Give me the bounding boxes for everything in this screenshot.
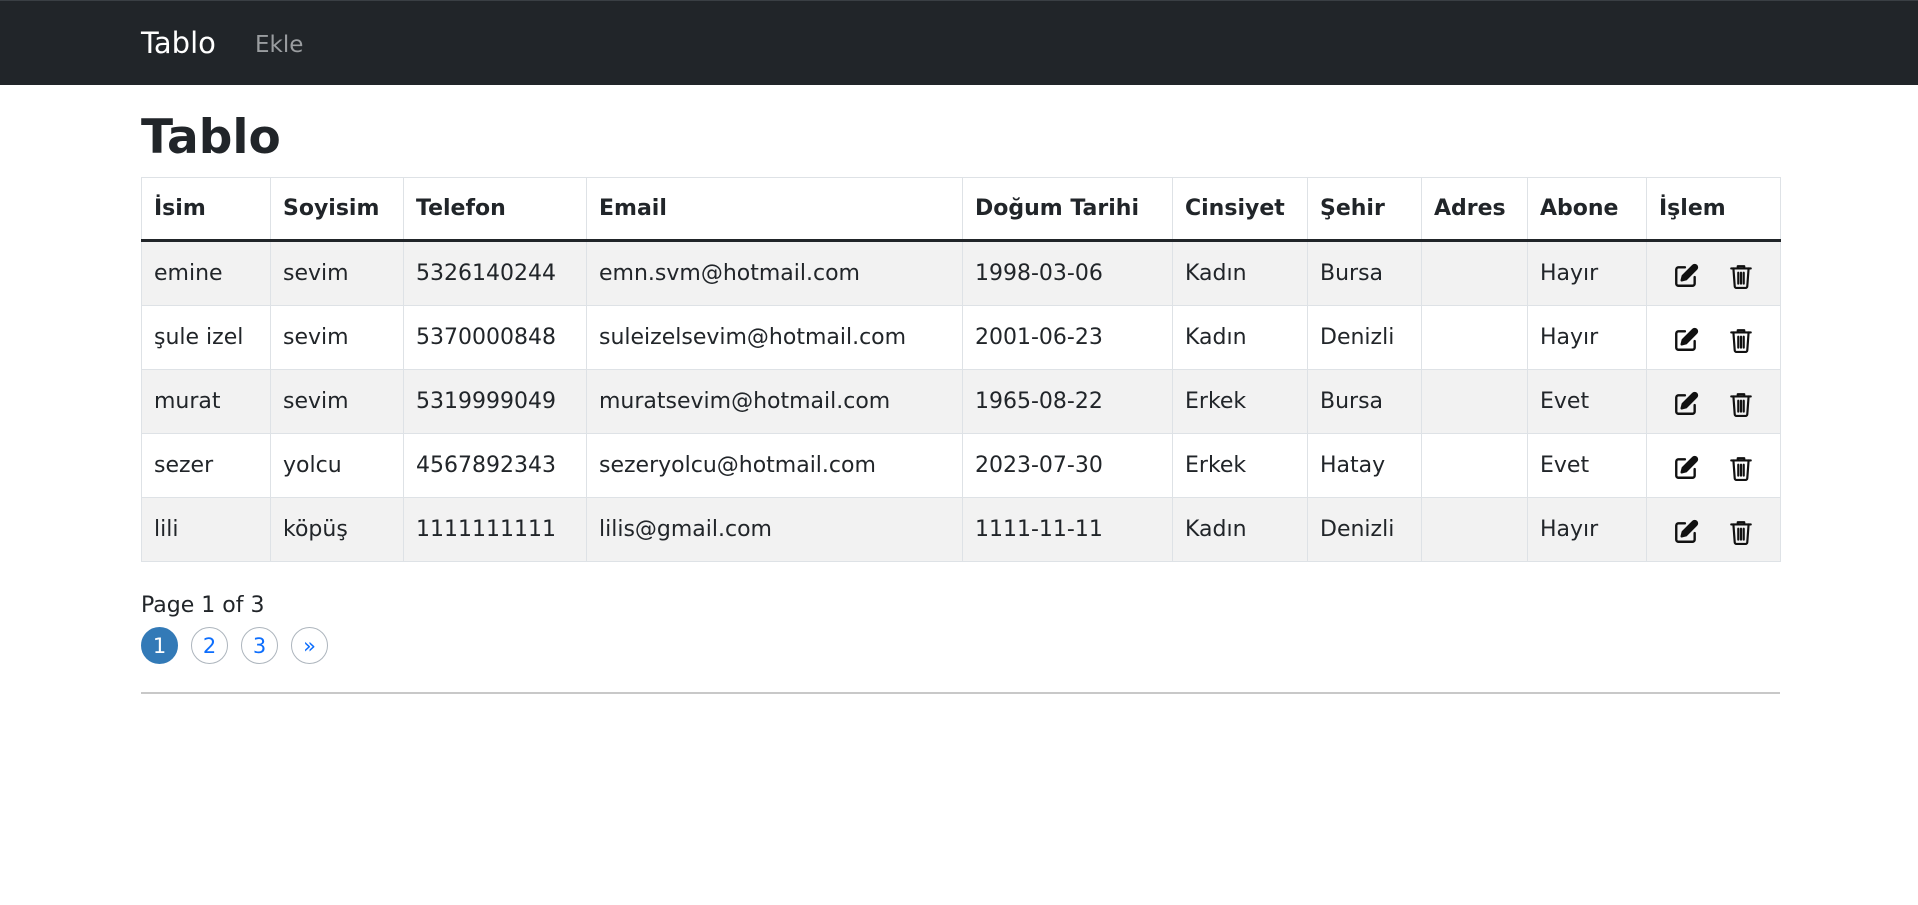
table-row: sezer yolcu 4567892343 sezeryolcu@hotmail.c…	[141, 433, 1781, 498]
cell-dogum-tarihi: 2001-06-23	[962, 305, 1173, 370]
cell-sehir: Denizli	[1307, 497, 1422, 562]
cell-adres	[1421, 240, 1528, 306]
divider	[141, 692, 1780, 694]
data-table: İsim Soyisim Telefon Email Doğum Tarihi …	[141, 177, 1781, 562]
trash-icon[interactable]	[1725, 452, 1757, 484]
cell-email: sezeryolcu@hotmail.com	[586, 433, 963, 498]
cell-isim: emine	[141, 240, 271, 306]
trash-icon[interactable]	[1725, 324, 1757, 356]
pagination-page-2[interactable]: 2	[191, 627, 228, 664]
pagination-page-1[interactable]: 1	[141, 627, 178, 664]
cell-islem	[1646, 369, 1781, 434]
cell-isim: murat	[141, 369, 271, 434]
row-actions	[1659, 435, 1768, 497]
trash-icon[interactable]	[1725, 516, 1757, 548]
column-header-isim: İsim	[141, 177, 271, 242]
table-row: şule izel sevim 5370000848 suleizelsevim@ho…	[141, 305, 1781, 370]
cell-soyisim: sevim	[270, 240, 404, 306]
cell-abone: Hayır	[1527, 240, 1647, 306]
cell-email: lilis@gmail.com	[586, 497, 963, 562]
column-header-telefon: Telefon	[403, 177, 587, 242]
cell-isim: lili	[141, 497, 271, 562]
cell-telefon: 5370000848	[403, 305, 587, 370]
cell-cinsiyet: Kadın	[1172, 240, 1308, 306]
cell-dogum-tarihi: 1111-11-11	[962, 497, 1173, 562]
cell-sehir: Bursa	[1307, 240, 1422, 306]
row-actions	[1659, 242, 1768, 305]
page-title: Tablo	[141, 110, 281, 165]
table-row: lili köpüş 1111111111 lilis@gmail.com 1111-1…	[141, 497, 1781, 562]
edit-icon[interactable]	[1670, 260, 1702, 292]
cell-islem	[1646, 305, 1781, 370]
cell-islem	[1646, 240, 1781, 306]
cell-email: suleizelsevim@hotmail.com	[586, 305, 963, 370]
cell-email: emn.svm@hotmail.com	[586, 240, 963, 306]
column-header-soyisim: Soyisim	[270, 177, 404, 242]
cell-soyisim: sevim	[270, 305, 404, 370]
cell-sehir: Denizli	[1307, 305, 1422, 370]
cell-cinsiyet: Kadın	[1172, 305, 1308, 370]
row-actions	[1659, 371, 1768, 433]
edit-icon[interactable]	[1670, 388, 1702, 420]
cell-dogum-tarihi: 2023-07-30	[962, 433, 1173, 498]
column-header-email: Email	[586, 177, 963, 242]
cell-islem	[1646, 497, 1781, 562]
cell-islem	[1646, 433, 1781, 498]
table-row: murat sevim 5319999049 muratsevim@hotmail.c…	[141, 369, 1781, 434]
cell-adres	[1421, 369, 1528, 434]
cell-dogum-tarihi: 1965-08-22	[962, 369, 1173, 434]
cell-sehir: Bursa	[1307, 369, 1422, 434]
table-row: emine sevim 5326140244 emn.svm@hotmail.com 1…	[141, 240, 1781, 306]
cell-adres	[1421, 305, 1528, 370]
edit-icon[interactable]	[1670, 324, 1702, 356]
cell-telefon: 5326140244	[403, 240, 587, 306]
cell-isim: şule izel	[141, 305, 271, 370]
trash-icon[interactable]	[1725, 260, 1757, 292]
cell-telefon: 1111111111	[403, 497, 587, 562]
cell-email: muratsevim@hotmail.com	[586, 369, 963, 434]
cell-soyisim: sevim	[270, 369, 404, 434]
pagination-page-3[interactable]: 3	[241, 627, 278, 664]
cell-sehir: Hatay	[1307, 433, 1422, 498]
cell-cinsiyet: Kadın	[1172, 497, 1308, 562]
row-actions	[1659, 499, 1768, 561]
row-actions	[1659, 307, 1768, 369]
pagination-next[interactable]: »	[291, 627, 328, 664]
table-body: emine sevim 5326140244 emn.svm@hotmail.com 1…	[141, 240, 1781, 562]
navbar-brand[interactable]: Tablo	[141, 25, 216, 61]
pagination: 1 2 3 »	[141, 627, 328, 664]
column-header-sehir: Şehir	[1307, 177, 1422, 242]
column-header-cinsiyet: Cinsiyet	[1172, 177, 1308, 242]
cell-isim: sezer	[141, 433, 271, 498]
edit-icon[interactable]	[1670, 516, 1702, 548]
cell-soyisim: yolcu	[270, 433, 404, 498]
cell-abone: Evet	[1527, 369, 1647, 434]
cell-cinsiyet: Erkek	[1172, 433, 1308, 498]
edit-icon[interactable]	[1670, 452, 1702, 484]
cell-adres	[1421, 497, 1528, 562]
column-header-islem: İşlem	[1646, 177, 1781, 242]
pagination-info: Page 1 of 3	[141, 593, 265, 618]
cell-dogum-tarihi: 1998-03-06	[962, 240, 1173, 306]
cell-cinsiyet: Erkek	[1172, 369, 1308, 434]
cell-telefon: 5319999049	[403, 369, 587, 434]
cell-abone: Hayır	[1527, 305, 1647, 370]
nav-link-ekle[interactable]: Ekle	[255, 31, 303, 59]
cell-soyisim: köpüş	[270, 497, 404, 562]
table-header-row: İsim Soyisim Telefon Email Doğum Tarihi …	[141, 177, 1781, 242]
cell-adres	[1421, 433, 1528, 498]
column-header-adres: Adres	[1421, 177, 1528, 242]
navbar: Tablo Ekle	[0, 0, 1918, 85]
cell-abone: Evet	[1527, 433, 1647, 498]
cell-abone: Hayır	[1527, 497, 1647, 562]
trash-icon[interactable]	[1725, 388, 1757, 420]
column-header-abone: Abone	[1527, 177, 1647, 242]
column-header-dogum-tarihi: Doğum Tarihi	[962, 177, 1173, 242]
cell-telefon: 4567892343	[403, 433, 587, 498]
